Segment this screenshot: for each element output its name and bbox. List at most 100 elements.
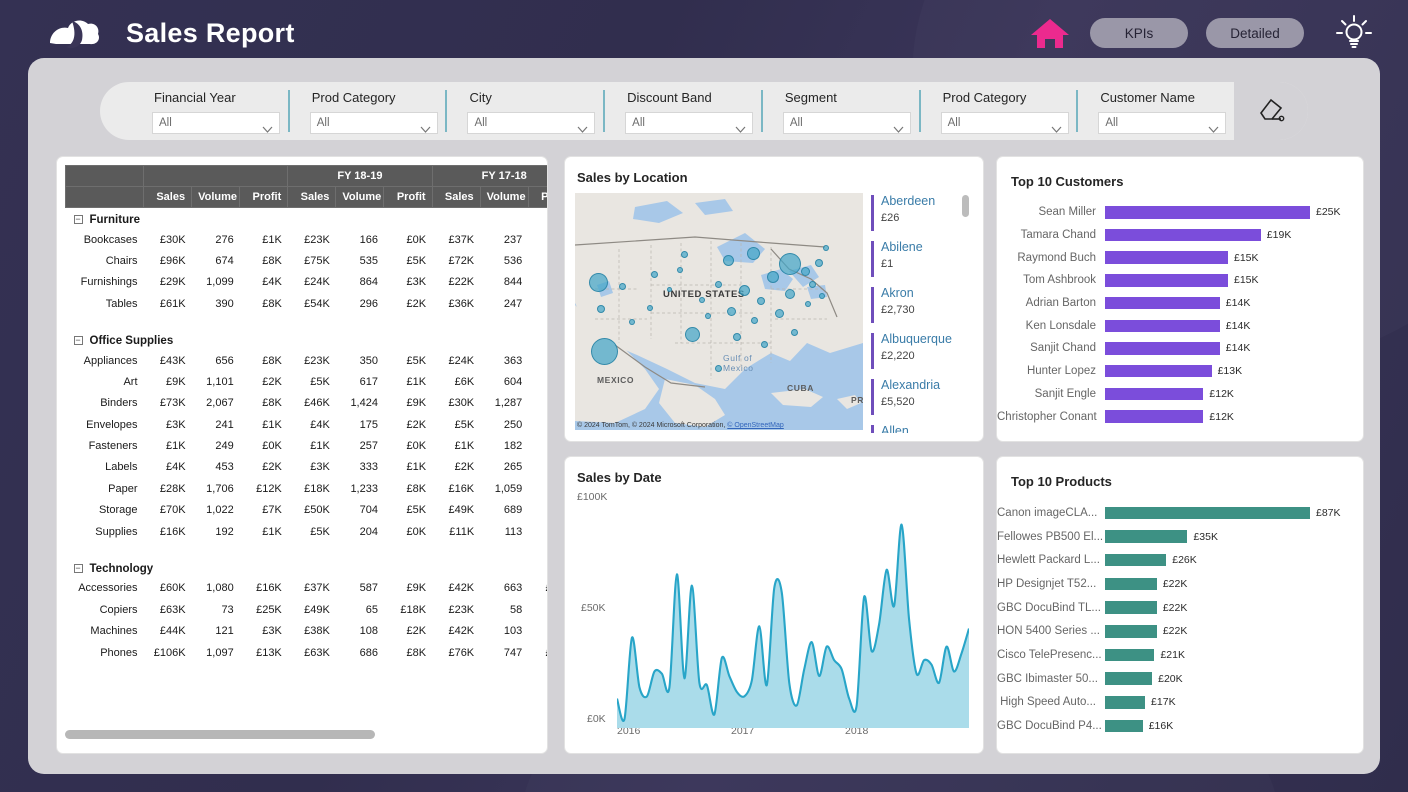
bar-row[interactable]: High Speed Auto... £17K	[997, 691, 1363, 715]
matrix-col-volume-2[interactable]: Volume	[479, 186, 529, 208]
slicer-dropdown-city[interactable]: All	[467, 112, 596, 134]
map-bubble[interactable]	[785, 289, 795, 299]
table-row[interactable]: Machines£44K121£3K£38K108£2K£42K103£9K£4…	[66, 621, 548, 642]
city-list-item[interactable]: Aberdeen £26	[871, 193, 971, 231]
map-bubble[interactable]	[715, 281, 722, 288]
collapse-icon[interactable]: −	[73, 564, 83, 574]
clear-filters-button[interactable]	[1234, 82, 1309, 140]
bar-fill[interactable]	[1105, 506, 1310, 520]
matrix-horizontal-scrollbar[interactable]	[65, 730, 533, 739]
map-bubble[interactable]	[775, 309, 784, 318]
bar-fill[interactable]	[1105, 648, 1155, 662]
map-bubble[interactable]	[619, 283, 626, 290]
map-bubble[interactable]	[739, 285, 750, 296]
lightbulb-icon[interactable]	[1334, 13, 1374, 53]
bar-row[interactable]: GBC Ibimaster 50... £20K	[997, 667, 1363, 691]
map-bubble[interactable]	[767, 271, 779, 283]
table-row[interactable]: Bookcases£30K276£1K£23K166£0K£37K237£2K£…	[66, 229, 548, 250]
bar-row[interactable]: HON 5400 Series ... £22K	[997, 619, 1363, 643]
matrix-col-profit-0[interactable]: Profit	[239, 186, 289, 208]
map-bubble[interactable]	[791, 329, 798, 336]
bar-row[interactable]: GBC DocuBind P4... £16K	[997, 714, 1363, 738]
bar-row[interactable]: Fellowes PB500 El... £35K	[997, 525, 1363, 549]
city-list-item[interactable]: Akron £2,730	[871, 285, 971, 323]
kpis-button[interactable]: KPIs	[1090, 18, 1188, 48]
bar-row[interactable]: Canon imageCLA... £87K	[997, 501, 1363, 525]
city-list[interactable]: Aberdeen £26 Abilene £1 Akron £2,730 Albuquerq…	[871, 193, 971, 433]
map-bubble[interactable]	[591, 338, 618, 365]
bar-row[interactable]: HP Designjet T52... £22K	[997, 572, 1363, 596]
matrix-scrollbar-thumb[interactable]	[65, 730, 375, 739]
matrix-group-row[interactable]: − Office Supplies	[66, 328, 548, 349]
city-list-item[interactable]: Abilene £1	[871, 239, 971, 277]
table-row[interactable]: Binders £73K 2,067 £8K £46K 1,424 £9K £30K 1,287…	[66, 393, 548, 414]
matrix-col-sales-0[interactable]: Sales	[142, 186, 193, 208]
map-bubble[interactable]	[801, 267, 810, 276]
map-bubble[interactable]	[597, 305, 605, 313]
table-row[interactable]: Accessories £60K 1,080 £16K £37K 587 £9K £42K 66…	[66, 578, 547, 599]
slicer-dropdown-discount-band[interactable]: All	[625, 112, 754, 134]
bar-fill[interactable]	[1105, 672, 1153, 685]
map-bubble[interactable]	[815, 259, 823, 267]
table-row[interactable]: Copiers£63K73£25K£49K65£18K£23K58£8K£15	[66, 599, 548, 620]
map-bubble[interactable]	[733, 333, 741, 341]
bar-fill[interactable]	[1105, 577, 1157, 591]
table-row[interactable]: Fasteners£1K249£0K£1K257£0K£1K182£0K£1	[66, 435, 548, 456]
bar-fill[interactable]	[1105, 625, 1157, 638]
map-bubble[interactable]	[677, 267, 683, 273]
table-row[interactable]: Phones £106K 1,097 £13K £63K 686 £8K £76K 747 £11…	[66, 642, 547, 663]
bar-fill[interactable]	[1105, 601, 1157, 614]
map-bubble[interactable]	[819, 293, 825, 299]
slicer-dropdown-prod-category-2[interactable]: All	[940, 112, 1069, 134]
map-bubble[interactable]	[823, 245, 829, 251]
bar-fill[interactable]	[1105, 228, 1261, 242]
openstreetmap-link[interactable]: © OpenStreetMap	[727, 422, 784, 429]
bar-fill[interactable]	[1105, 530, 1188, 543]
bar-row[interactable]: Cisco TelePresenc... £21K	[997, 643, 1363, 667]
detailed-button[interactable]: Detailed	[1206, 18, 1304, 48]
table-row[interactable]: Furnishings £29K 1,099 £4K £24K 864 £3K £22K 844…	[66, 272, 548, 293]
bar-row[interactable]: Raymond Buch £15K	[997, 246, 1363, 269]
matrix-col-sales-2[interactable]: Sales	[431, 186, 481, 208]
collapse-icon[interactable]: −	[73, 336, 83, 346]
table-row[interactable]: Storage£70K1,022£7K£50K704£5K£49K689£4K£…	[66, 500, 548, 521]
bar-row[interactable]: Sean Miller £25K	[997, 201, 1363, 224]
slicer-dropdown-customer-name[interactable]: All	[1098, 112, 1227, 134]
city-list-item[interactable]: Albuquerque £2,220	[871, 331, 971, 369]
collapse-icon[interactable]: −	[73, 215, 83, 225]
city-list-item[interactable]: Allen	[871, 423, 971, 433]
bar-row[interactable]: Tamara Chand £19K	[997, 224, 1363, 247]
matrix-group-row[interactable]: − Technology	[66, 556, 548, 577]
map-bubble[interactable]	[705, 313, 711, 319]
bar-row[interactable]: Adrian Barton £14K	[997, 292, 1363, 315]
bar-fill[interactable]	[1105, 342, 1220, 355]
bar-fill[interactable]	[1105, 319, 1220, 333]
table-row[interactable]: Labels£4K453£2K£3K333£1K£2K265£1K£3	[66, 457, 548, 478]
matrix-col-profit-2[interactable]: Profit	[527, 186, 547, 208]
map-bubble[interactable]	[757, 297, 765, 305]
bar-fill[interactable]	[1105, 251, 1228, 264]
slicer-dropdown-segment[interactable]: All	[782, 112, 911, 134]
map-bubble[interactable]	[647, 305, 653, 311]
bar-fill[interactable]	[1105, 410, 1204, 423]
map-bubble[interactable]	[629, 319, 635, 325]
city-list-item[interactable]: Alexandria £5,520	[871, 377, 971, 415]
map-bubble[interactable]	[699, 297, 705, 303]
map-bubble[interactable]	[779, 253, 801, 275]
table-row[interactable]: Envelopes£3K241£1K£4K175£2K£5K250£2K£4	[66, 414, 548, 435]
bar-row[interactable]: Sanjit Chand £14K	[997, 337, 1363, 360]
sales-by-date-area-chart[interactable]	[615, 502, 971, 728]
bar-fill[interactable]	[1105, 206, 1310, 219]
matrix-col-volume-1[interactable]: Volume	[335, 186, 385, 208]
map-bubble[interactable]	[667, 287, 672, 292]
bar-row[interactable]: Tom Ashbrook £15K	[997, 269, 1363, 292]
map-bubble[interactable]	[589, 273, 608, 292]
bar-fill[interactable]	[1105, 364, 1212, 378]
bar-row[interactable]: Sanjit Engle £12K	[997, 383, 1363, 406]
location-map[interactable]: UNITED STATES MEXICO CUBA Gulf of Mexico…	[575, 193, 863, 430]
map-bubble[interactable]	[805, 301, 811, 307]
bar-fill[interactable]	[1105, 719, 1143, 733]
bar-fill[interactable]	[1105, 296, 1220, 310]
bar-row[interactable]: Hewlett Packard L... £26K	[997, 548, 1363, 572]
slicer-dropdown-financial-year[interactable]: All	[152, 112, 280, 134]
